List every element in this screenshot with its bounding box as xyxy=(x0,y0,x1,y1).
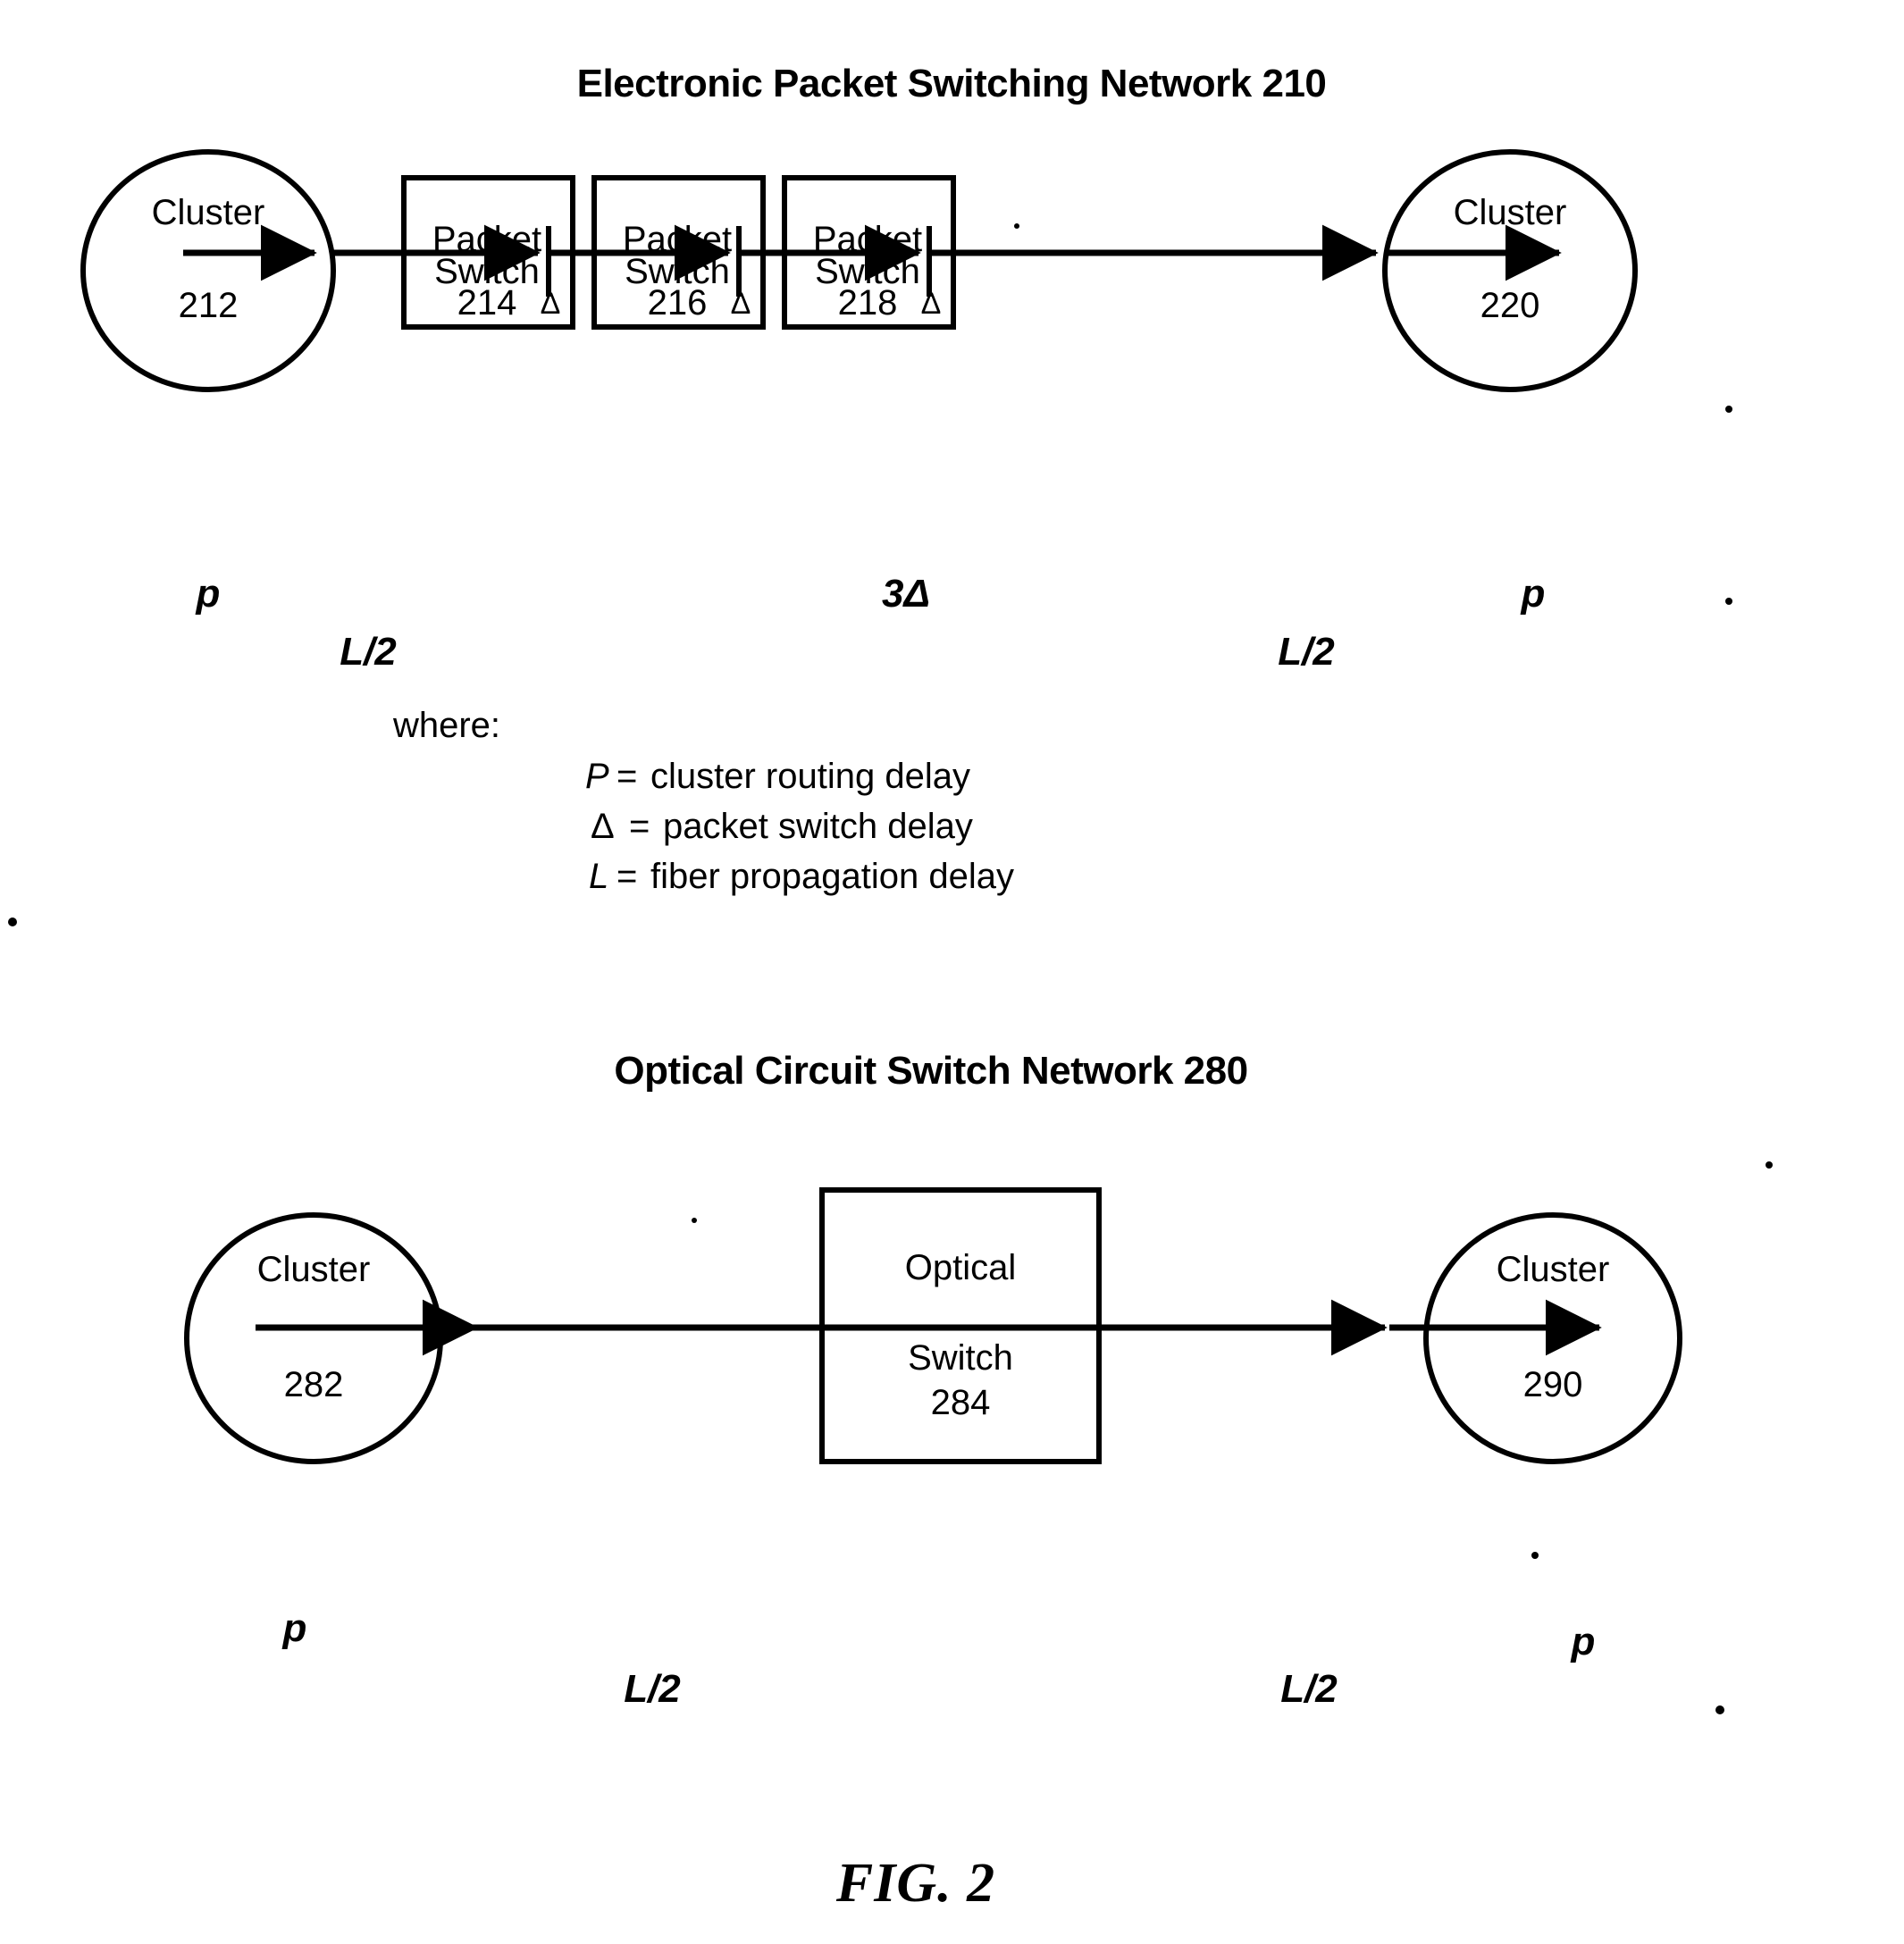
annotation-right-p: p xyxy=(1571,1620,1596,1663)
cluster-number: 220 xyxy=(1480,286,1540,325)
cluster-label: Cluster xyxy=(257,1250,371,1289)
legend-entry-delta: Δ = packet switch delay xyxy=(591,807,973,846)
legend-separator: = xyxy=(629,807,650,846)
cluster-ellipse xyxy=(80,149,336,392)
scan-speck xyxy=(1725,406,1732,413)
legend-symbol: Δ xyxy=(591,807,615,846)
scan-speck xyxy=(1014,223,1019,229)
legend-heading: where: xyxy=(392,706,500,745)
legend-description: cluster routing delay xyxy=(650,757,970,796)
switch-number: 216 xyxy=(648,283,708,323)
cluster-number: 290 xyxy=(1523,1365,1583,1404)
cluster-label: Cluster xyxy=(1497,1250,1610,1289)
switch-number: 218 xyxy=(838,283,898,323)
annotation-left-half-l: L/2 xyxy=(624,1667,681,1711)
bottom-diagram-title: Optical Circuit Switch Network 280 xyxy=(614,1049,1247,1093)
figure-canvas: Electronic Packet Switching Network 210 … xyxy=(8,62,1773,1914)
scan-speck xyxy=(8,918,17,926)
legend-entry-L: L = fiber propagation delay xyxy=(589,857,1014,896)
packet-switch-216: Packet Switch 216 Δ xyxy=(591,175,766,330)
legend-symbol: L xyxy=(589,857,608,896)
switch-label-line2: Switch xyxy=(908,1338,1013,1378)
switch-number: 214 xyxy=(457,283,517,323)
bottom-dest-cluster: Cluster 290 xyxy=(1389,1212,1682,1464)
top-diagram-title: Electronic Packet Switching Network 210 xyxy=(577,62,1327,105)
cluster-ellipse xyxy=(1382,149,1638,392)
scan-speck xyxy=(1715,1705,1724,1714)
scan-speck xyxy=(692,1218,697,1223)
cluster-label: Cluster xyxy=(152,193,265,232)
annotation-right-half-l: L/2 xyxy=(1278,630,1335,674)
legend-separator: = xyxy=(616,757,637,796)
cluster-number: 212 xyxy=(179,286,239,325)
legend-entry-P: P = cluster routing delay xyxy=(585,757,970,796)
cluster-number: 282 xyxy=(284,1365,344,1404)
legend-symbol: P xyxy=(585,757,609,796)
scan-speck xyxy=(1766,1161,1773,1169)
figure-label: FIG. 2 xyxy=(835,1853,995,1914)
legend-separator: = xyxy=(616,857,637,896)
annotation-right-half-l: L/2 xyxy=(1280,1667,1338,1711)
top-source-cluster: Cluster 212 xyxy=(80,149,336,392)
scan-speck xyxy=(1725,598,1732,605)
packet-switch-218: Packet Switch 218 Δ xyxy=(782,175,956,330)
annotation-center-delay: 3Δ xyxy=(882,572,930,616)
annotation-left-half-l: L/2 xyxy=(340,630,397,674)
scan-artifacts xyxy=(8,223,1773,1714)
scan-speck xyxy=(1531,1552,1539,1559)
switch-number: 284 xyxy=(931,1383,991,1422)
legend-description: fiber propagation delay xyxy=(650,857,1014,896)
patent-figure-page: Electronic Packet Switching Network 210 … xyxy=(0,0,1904,1944)
annotation-left-p: p xyxy=(196,572,221,616)
legend-description: packet switch delay xyxy=(663,807,973,846)
cluster-label: Cluster xyxy=(1454,193,1567,232)
switch-label-line1: Optical xyxy=(905,1248,1017,1287)
annotation-right-p: p xyxy=(1521,572,1546,616)
optical-switch-284: Optical Switch 284 xyxy=(819,1187,1102,1464)
packet-switch-214: Packet Switch 214 Δ xyxy=(401,175,575,330)
top-dest-cluster: Cluster 220 xyxy=(1382,149,1638,392)
annotation-left-p: p xyxy=(282,1606,307,1650)
bottom-source-cluster: Cluster 282 xyxy=(184,1212,479,1464)
